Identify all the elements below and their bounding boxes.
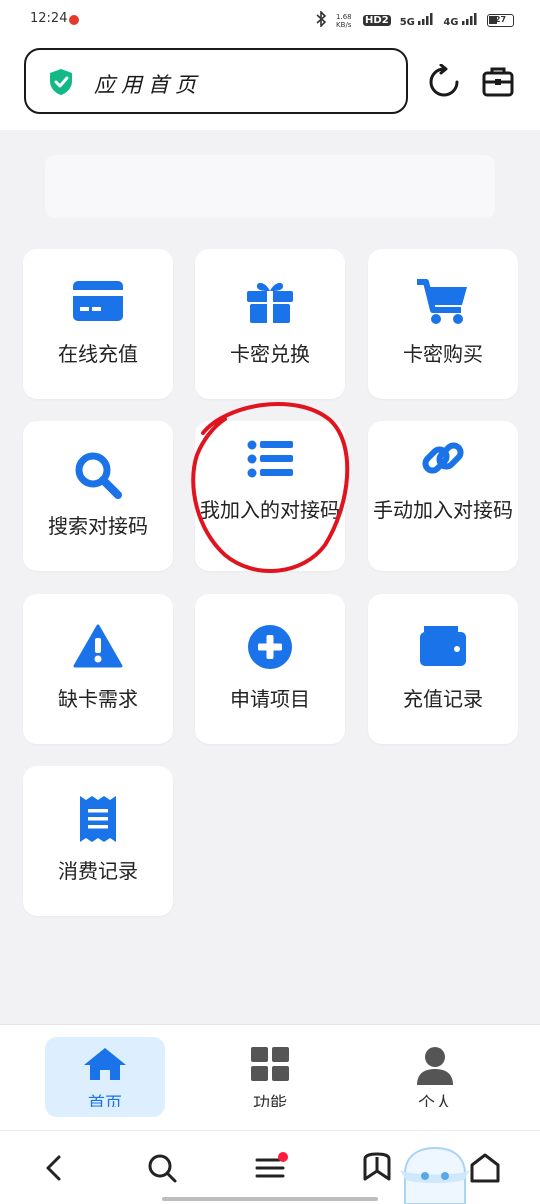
nav-functions[interactable]: 功能 (210, 1037, 330, 1117)
battery-level: 27 (494, 15, 507, 24)
nav-label: 功能 (253, 1094, 287, 1107)
signal-5g: 5G (400, 13, 435, 28)
tile-label: 申请项目 (230, 687, 310, 711)
network-speed: 1.68 KB/s (336, 12, 352, 29)
back-icon[interactable] (38, 1151, 72, 1185)
header: 应用首页 (0, 40, 540, 130)
shield-check-icon (48, 68, 74, 96)
search-icon[interactable] (145, 1151, 179, 1185)
browser-bar (0, 1130, 540, 1204)
tile-card-purchase[interactable]: 卡密购买 (368, 249, 518, 399)
status-time: 12:24 (30, 11, 68, 26)
tile-online-recharge[interactable]: 在线充值 (23, 249, 173, 399)
signal-4g-label: 4G (443, 17, 459, 28)
grid-icon (251, 1047, 289, 1085)
tile-apply-project[interactable]: 申请项目 (195, 594, 345, 744)
address-bar[interactable]: 应用首页 (24, 48, 408, 114)
shopping-cart-icon (417, 279, 469, 329)
search-icon (74, 451, 122, 503)
tile-recharge-records[interactable]: 充值记录 (368, 594, 518, 744)
tile-label: 卡密购买 (403, 342, 483, 366)
tile-label: 充值记录 (403, 687, 483, 711)
signal-4g: 4G (443, 13, 478, 28)
link-icon (420, 435, 466, 485)
home-icon (83, 1047, 127, 1085)
wallet-icon (420, 626, 466, 670)
home-indicator (162, 1197, 378, 1201)
bottom-nav: 首页 功能 个人 (0, 1024, 540, 1130)
refresh-icon[interactable] (426, 63, 462, 100)
signal-5g-label: 5G (399, 17, 415, 28)
tile-consumption-records[interactable]: 消费记录 (23, 766, 173, 916)
hd-badge: HD2 (363, 15, 391, 26)
banner-placeholder (45, 155, 495, 218)
list-icon (247, 439, 293, 483)
nav-label: 首页 (88, 1094, 122, 1107)
bluetooth-icon (315, 10, 327, 30)
nav-label: 个人 (418, 1094, 452, 1107)
tile-search-code[interactable]: 搜索对接码 (23, 421, 173, 571)
plus-circle-icon (248, 625, 292, 673)
status-bar: 12:24 1.68 KB/s HD2 5G 4G 27 (0, 0, 540, 40)
tile-joined-codes[interactable]: 我加入的对接码 (195, 421, 345, 571)
tile-label: 卡密兑换 (230, 342, 310, 366)
notification-dot-icon (69, 15, 79, 25)
nav-home[interactable]: 首页 (45, 1037, 165, 1117)
warning-icon (73, 624, 123, 672)
tile-label: 我加入的对接码 (200, 498, 340, 522)
address-text: 应用首页 (94, 73, 202, 97)
user-icon (417, 1047, 453, 1089)
bookmark-icon[interactable] (360, 1151, 394, 1185)
credit-card-icon (73, 281, 123, 325)
tile-label: 消费记录 (58, 859, 138, 883)
tile-label: 手动加入对接码 (373, 498, 513, 522)
notification-badge (278, 1152, 288, 1162)
battery-icon: 27 (487, 14, 514, 27)
tile-label: 缺卡需求 (58, 687, 138, 711)
receipt-icon (80, 796, 116, 846)
nav-profile[interactable]: 个人 (375, 1037, 495, 1117)
tile-label: 搜索对接码 (48, 514, 148, 538)
tile-card-redeem[interactable]: 卡密兑换 (195, 249, 345, 399)
toolbox-icon[interactable] (480, 64, 516, 100)
gift-icon (247, 279, 293, 327)
home-outline-icon[interactable] (468, 1151, 502, 1185)
status-indicators: 1.68 KB/s HD2 5G 4G 27 (315, 10, 514, 30)
tile-label: 在线充值 (58, 342, 138, 366)
tile-shortage-demand[interactable]: 缺卡需求 (23, 594, 173, 744)
tile-manual-join[interactable]: 手动加入对接码 (368, 421, 518, 571)
